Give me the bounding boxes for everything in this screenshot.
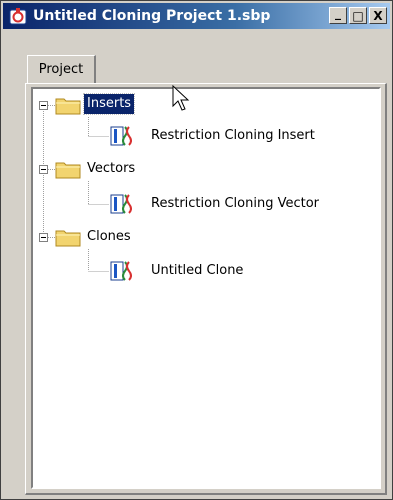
collapse-toggle-inserts[interactable]: [39, 101, 48, 110]
tree-node-vector-sequence[interactable]: Restriction Cloning Vector: [148, 194, 322, 214]
minimize-icon: _: [335, 5, 341, 20]
collapse-toggle-clones[interactable]: [39, 233, 48, 242]
sequence-icon: [110, 126, 132, 146]
app-icon[interactable]: [9, 7, 27, 25]
tree-node-clone-sequence[interactable]: Untitled Clone: [148, 261, 246, 281]
tree-node-insert-sequence[interactable]: Restriction Cloning Insert: [148, 126, 318, 146]
collapse-toggle-vectors[interactable]: [39, 165, 48, 174]
close-button[interactable]: X: [369, 7, 387, 24]
tree-node-vectors[interactable]: Vectors: [84, 159, 138, 179]
window-controls: _ □ X: [329, 7, 387, 24]
tree-node-inserts[interactable]: Inserts: [82, 93, 136, 115]
project-tree[interactable]: Inserts Restriction Cloning Insert Vecto…: [31, 87, 381, 489]
folder-icon: [55, 98, 81, 115]
maximize-icon: □: [352, 8, 364, 23]
tree-node-clones[interactable]: Clones: [84, 227, 134, 247]
window-title: Untitled Cloning Project 1.sbp: [33, 8, 271, 24]
app-window: Untitled Cloning Project 1.sbp _ □ X Pro…: [0, 0, 393, 500]
maximize-button[interactable]: □: [349, 7, 367, 24]
sequence-icon: [110, 261, 132, 281]
close-icon: X: [373, 8, 383, 23]
minimize-button[interactable]: _: [329, 7, 347, 24]
sequence-icon: [110, 194, 132, 214]
tree-connector-lines: [43, 105, 109, 272]
tab-project-label: Project: [38, 62, 84, 77]
folder-icon: [55, 162, 81, 179]
mouse-cursor-icon: [172, 85, 190, 111]
title-bar[interactable]: Untitled Cloning Project 1.sbp _ □ X: [3, 3, 390, 29]
tab-project[interactable]: Project: [27, 55, 96, 83]
folder-icon: [55, 230, 81, 247]
